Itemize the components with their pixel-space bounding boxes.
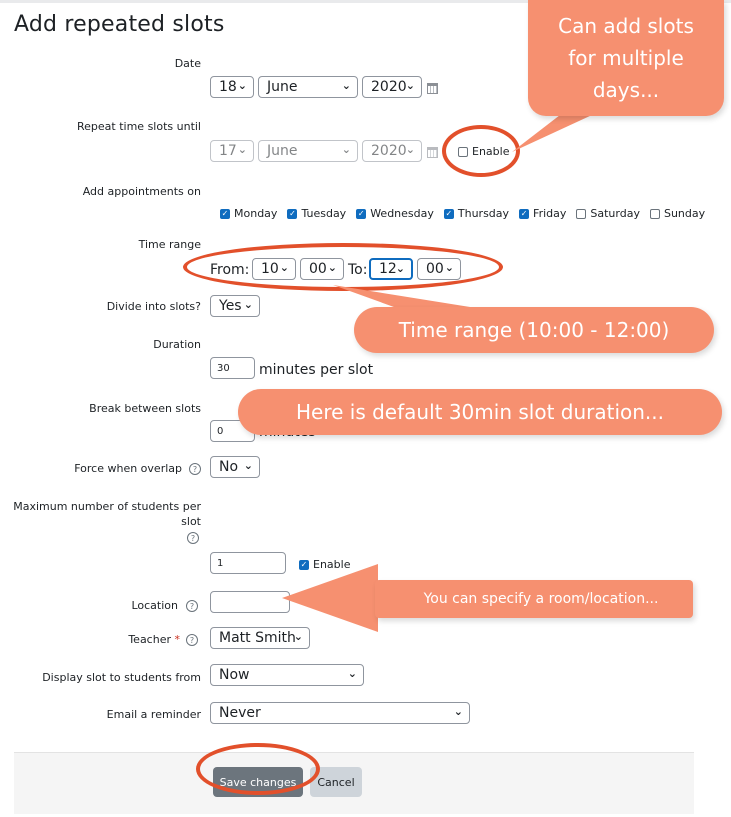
callout-location: You can specify a room/location... — [375, 580, 693, 618]
pointer-location — [282, 564, 378, 632]
callout-multi-days: Can add slots for multiple days... — [528, 0, 724, 116]
callout-duration: Here is default 30min slot duration... — [238, 389, 722, 435]
pointer-multi-days — [512, 115, 592, 152]
callout-time-range: Time range (10:00 - 12:00) — [354, 307, 714, 353]
